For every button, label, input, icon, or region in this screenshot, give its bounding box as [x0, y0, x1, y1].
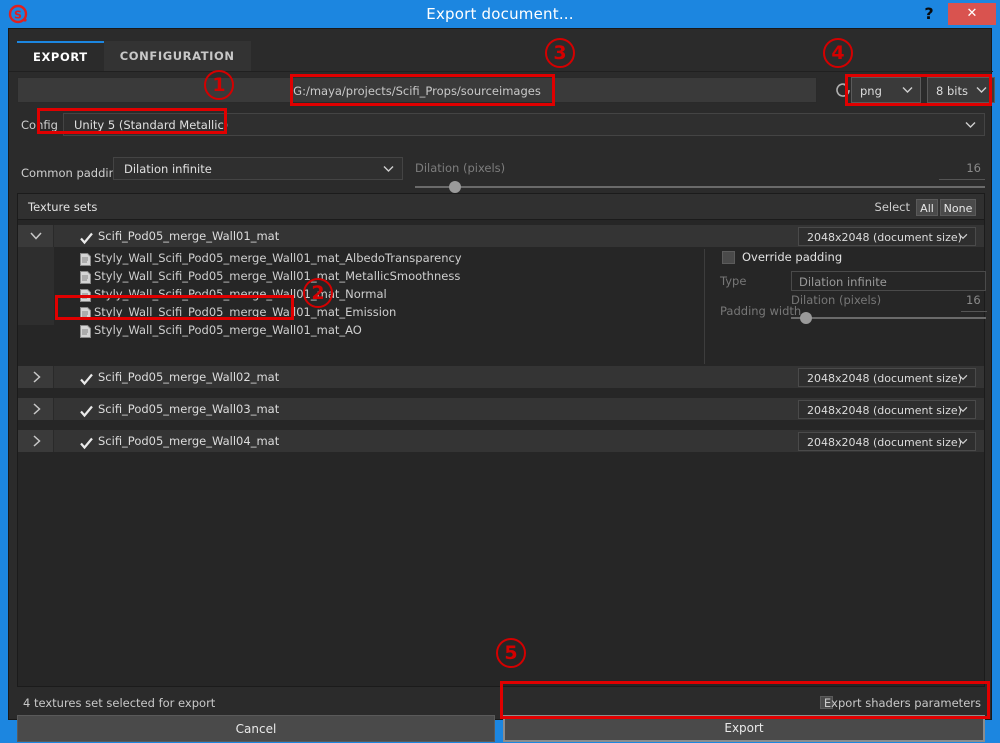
override-slider-knob[interactable]	[800, 312, 812, 324]
texture-output-name: Styly_Wall_Scifi_Pod05_merge_Wall01_mat_…	[94, 269, 461, 283]
checkbox-checked[interactable]	[80, 371, 93, 386]
dilation-slider-track[interactable]	[415, 186, 985, 188]
cancel-button[interactable]: Cancel	[17, 715, 495, 742]
texture-output-name: Styly_Wall_Scifi_Pod05_merge_Wall01_mat_…	[94, 305, 397, 319]
texture-output-name: Styly_Wall_Scifi_Pod05_merge_Wall01_mat_…	[94, 287, 387, 301]
title-bar: S Export document... ? ✕	[0, 0, 1000, 28]
texture-set-expanded-content: Styly_Wall_Scifi_Pod05_merge_Wall01_mat_…	[18, 247, 987, 364]
texture-set-name: Scifi_Pod05_merge_Wall02_mat	[98, 370, 280, 384]
tab-export[interactable]: EXPORT	[17, 41, 104, 71]
checkbox-checked[interactable]	[80, 435, 93, 450]
texture-set-name: Scifi_Pod05_merge_Wall01_mat	[98, 229, 280, 243]
table-row[interactable]: Scifi_Pod05_merge_Wall03_mat 2048x2048 (…	[18, 398, 984, 420]
footer-status-bar: 4 textures set selected for export Expor…	[17, 694, 985, 712]
tab-configuration[interactable]: CONFIGURATION	[103, 41, 251, 71]
output-path-row: G:/maya/projects/Scifi_Props/sourceimage…	[17, 77, 995, 105]
expand-chevron-icon[interactable]	[18, 398, 54, 420]
export-shader-params-label: Export shaders parameters	[823, 696, 981, 710]
help-button[interactable]: ?	[914, 0, 944, 28]
close-button[interactable]: ✕	[948, 3, 996, 25]
texture-set-name: Scifi_Pod05_merge_Wall03_mat	[98, 402, 280, 416]
texture-set-size-select[interactable]: 2048x2048 (document size)	[798, 400, 976, 419]
bit-depth-select[interactable]: 8 bits	[927, 77, 995, 103]
export-status-text: 4 textures set selected for export	[23, 696, 216, 710]
chevron-down-icon	[965, 121, 976, 129]
tab-bar: EXPORT CONFIGURATION	[17, 41, 251, 71]
texture-set-name: Scifi_Pod05_merge_Wall04_mat	[98, 434, 280, 448]
table-row[interactable]: Scifi_Pod05_merge_Wall04_mat 2048x2048 (…	[18, 430, 984, 452]
override-dilation-underline	[961, 311, 987, 312]
override-dilation-value[interactable]: 16	[966, 293, 981, 307]
texture-sets-header: Texture sets Select All None	[18, 194, 984, 220]
override-dilation-label: Dilation (pixels)	[791, 293, 882, 307]
document-icon	[80, 269, 91, 284]
expand-chevron-icon[interactable]	[18, 366, 54, 388]
chevron-down-icon	[958, 438, 968, 445]
override-type-label: Type	[720, 274, 747, 288]
document-icon	[80, 323, 91, 338]
output-path-field[interactable]: G:/maya/projects/Scifi_Props/sourceimage…	[17, 77, 817, 103]
checkbox-checked[interactable]	[80, 403, 93, 418]
override-padding-label: Override padding	[742, 250, 843, 264]
chevron-down-icon	[383, 165, 394, 173]
select-all-button[interactable]: All	[916, 199, 938, 216]
table-row[interactable]: Scifi_Pod05_merge_Wall01_mat 2048x2048 (…	[18, 225, 984, 247]
common-padding-select[interactable]: Dilation infinite	[113, 157, 403, 180]
config-preset-value: Unity 5 (Standard Metallic)	[74, 118, 229, 132]
config-row: Config Unity 5 (Standard Metallic)	[17, 113, 985, 137]
texture-sets-title: Texture sets	[28, 200, 98, 214]
chevron-down-icon	[958, 374, 968, 381]
file-format-value: png	[860, 84, 882, 98]
override-slider-track[interactable]	[791, 317, 986, 319]
override-type-field[interactable]: Dilation infinite	[791, 271, 986, 291]
window-title: Export document...	[426, 5, 574, 23]
common-padding-value: Dilation infinite	[124, 162, 212, 176]
texture-set-size-value: 2048x2048 (document size)	[807, 436, 962, 449]
texture-set-size-select[interactable]: 2048x2048 (document size)	[798, 432, 976, 451]
texture-set-size-select[interactable]: 2048x2048 (document size)	[798, 368, 976, 387]
chevron-down-icon	[976, 86, 987, 94]
chevron-down-icon	[902, 86, 913, 94]
collapse-chevron-icon[interactable]	[18, 225, 54, 247]
dilation-pixels-label: Dilation (pixels)	[415, 161, 506, 175]
padding-width-label: Padding width	[720, 304, 802, 318]
export-button[interactable]: Export	[503, 715, 985, 742]
document-icon	[80, 287, 91, 302]
document-icon	[80, 305, 91, 320]
export-dialog: EXPORT CONFIGURATION G:/maya/projects/Sc…	[8, 28, 995, 742]
select-none-button[interactable]: None	[940, 199, 976, 216]
checkbox-checked[interactable]	[80, 230, 93, 245]
texture-set-size-select[interactable]: 2048x2048 (document size)	[798, 227, 976, 246]
refresh-icon[interactable]	[833, 80, 853, 100]
texture-output-name: Styly_Wall_Scifi_Pod05_merge_Wall01_mat_…	[94, 323, 362, 337]
expand-chevron-icon[interactable]	[18, 430, 54, 452]
document-icon	[80, 251, 91, 266]
bit-depth-value: 8 bits	[936, 84, 968, 98]
table-row[interactable]: Scifi_Pod05_merge_Wall02_mat 2048x2048 (…	[18, 366, 984, 388]
texture-sets-panel: Texture sets Select All None Scifi_Pod05…	[17, 193, 987, 687]
texture-output-name: Styly_Wall_Scifi_Pod05_merge_Wall01_mat_…	[94, 251, 462, 265]
chevron-down-icon	[958, 406, 968, 413]
panel-divider	[704, 249, 705, 364]
common-padding-row: Common padding Dilation infinite Dilatio…	[17, 141, 985, 193]
texture-set-size-value: 2048x2048 (document size)	[807, 231, 962, 244]
config-preset-select[interactable]: Unity 5 (Standard Metallic)	[63, 113, 985, 136]
config-label: Config	[21, 118, 58, 132]
common-padding-label: Common padding	[21, 166, 124, 180]
dilation-value-underline	[939, 179, 985, 180]
texture-set-size-value: 2048x2048 (document size)	[807, 372, 962, 385]
texture-set-size-value: 2048x2048 (document size)	[807, 404, 962, 417]
tab-divider	[9, 71, 993, 72]
file-format-select[interactable]: png	[851, 77, 921, 103]
dialog-button-row: Cancel Export	[17, 715, 985, 743]
override-padding-checkbox[interactable]	[722, 251, 735, 264]
select-label: Select	[874, 200, 910, 214]
expanded-sidebar	[18, 247, 54, 325]
chevron-down-icon	[958, 233, 968, 240]
dilation-pixels-value[interactable]: 16	[966, 161, 981, 175]
dilation-slider-knob[interactable]	[449, 181, 461, 193]
